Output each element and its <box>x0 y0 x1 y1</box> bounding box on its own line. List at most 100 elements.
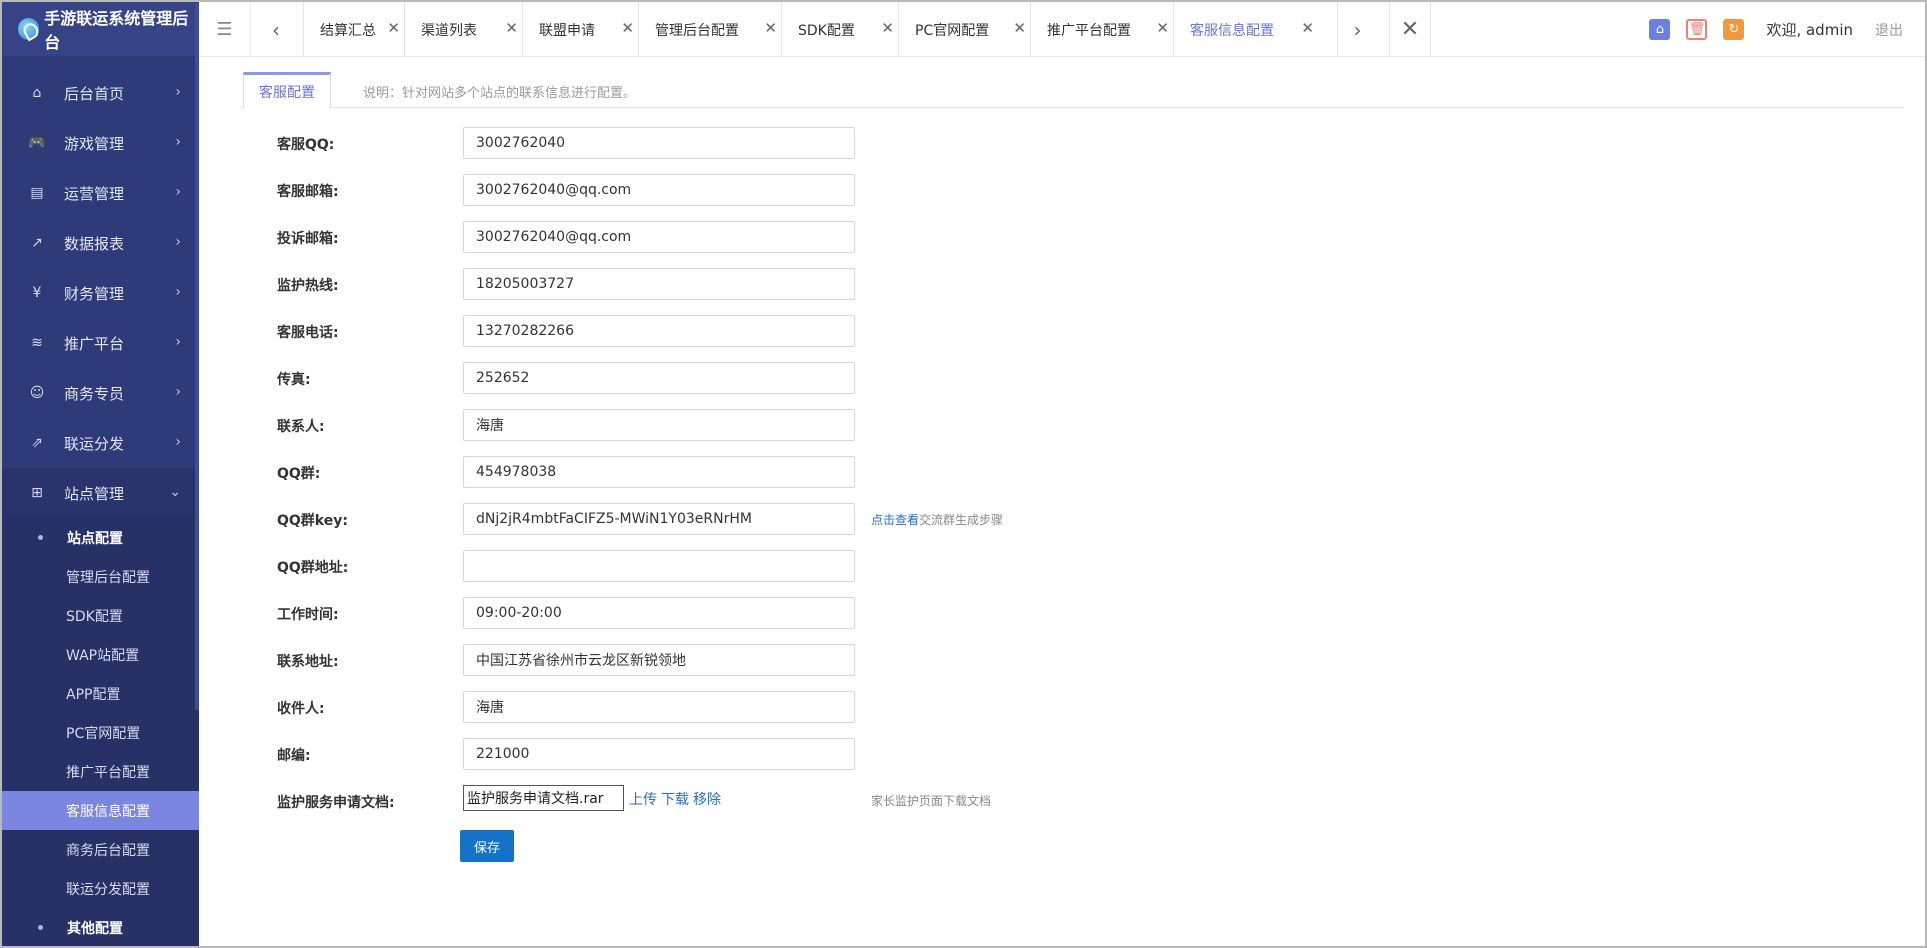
field-label: 收件人: <box>277 701 325 717</box>
submenu-item[interactable]: PC官网配置 <box>2 713 199 752</box>
tab-close-icon[interactable]: ✕ <box>881 19 894 37</box>
sidebar-item-label: 商务专员 <box>64 384 125 403</box>
top-bar: ☰ ‹ 结算汇总 ✕ 渠道列表 ✕ 联盟申请 ✕ 管理后台配置 ✕ SDK配置 ✕ PC官… <box>199 2 1925 57</box>
tab-close-icon[interactable]: ✕ <box>764 19 777 37</box>
tab-customer-service[interactable]: 客服配置 <box>243 72 331 109</box>
submenu-item[interactable]: 管理后台配置 <box>2 557 199 596</box>
field-input[interactable] <box>463 597 855 629</box>
field-label: 联系人: <box>277 419 325 435</box>
close-all-tabs-icon[interactable]: ✕ <box>1389 2 1431 57</box>
sidebar-item-business[interactable]: ☺ 商务专员 › <box>2 368 199 418</box>
app-logo[interactable]: 手游联运系统管理后台 <box>2 2 199 56</box>
tab-item[interactable]: PC官网配置 ✕ <box>898 2 1030 57</box>
site-submenu: 站点配置 管理后台配置 SDK配置 WAP站配置 APP配置 PC官网配置 推广平台配置 客服… <box>2 518 199 946</box>
tab-label: 结算汇总 <box>320 22 376 39</box>
document-file-field[interactable]: 监护服务申请文档.rar <box>463 785 624 811</box>
form-row: QQ群地址: <box>241 550 1441 582</box>
tab-item[interactable]: 渠道列表 ✕ <box>404 2 522 57</box>
tab-item[interactable]: 结算汇总 ✕ <box>303 2 404 57</box>
submenu-item[interactable]: 联运分发配置 <box>2 869 199 908</box>
sidebar-item-label: 联运分发 <box>64 434 125 453</box>
tabs-prev-icon[interactable]: ‹ <box>255 2 297 57</box>
submenu-item[interactable]: 客服信息配置 <box>2 791 199 830</box>
chart-box-icon: ▤ <box>30 185 44 201</box>
tab-close-icon[interactable]: ✕ <box>1156 19 1169 37</box>
submenu-item[interactable]: WAP站配置 <box>2 635 199 674</box>
tab-item[interactable]: 推广平台配置 ✕ <box>1030 2 1173 57</box>
form-row: 客服邮箱: <box>241 174 1441 206</box>
field-input[interactable] <box>463 644 855 676</box>
tab-close-icon[interactable]: ✕ <box>1013 19 1026 37</box>
form-row: 客服QQ: <box>241 127 1441 159</box>
field-input[interactable] <box>463 503 855 535</box>
tab-close-icon[interactable]: ✕ <box>505 19 518 37</box>
submenu-group-site-config[interactable]: 站点配置 <box>2 518 199 557</box>
sidebar-item-promotion[interactable]: ≋ 推广平台 › <box>2 318 199 368</box>
tabs-next-icon[interactable]: › <box>1337 2 1377 57</box>
sidebar-item-home[interactable]: ⌂ 后台首页 › <box>2 68 199 118</box>
field-input[interactable] <box>463 738 855 770</box>
submenu-item[interactable]: 推广平台配置 <box>2 752 199 791</box>
tab-label: 管理后台配置 <box>655 22 739 39</box>
field-input[interactable] <box>463 456 855 488</box>
remove-link[interactable]: 移除 <box>693 789 721 809</box>
refresh-icon[interactable]: ↻ <box>1723 19 1745 40</box>
tab-label: 推广平台配置 <box>1047 22 1131 39</box>
save-button[interactable]: 保存 <box>460 830 514 862</box>
line-chart-icon: ↗ <box>31 235 43 251</box>
share-icon: ⇗ <box>31 435 43 451</box>
view-steps-link[interactable]: 点击查看 <box>871 513 919 527</box>
menu-collapse-icon[interactable]: ☰ <box>199 2 251 57</box>
field-input[interactable] <box>463 268 855 300</box>
sidebar-item-reports[interactable]: ↗ 数据报表 › <box>2 218 199 268</box>
tab-label: 联盟申请 <box>539 22 595 39</box>
chevron-down-icon: ⌄ <box>169 484 181 500</box>
document-hint: 家长监护页面下载文档 <box>871 794 992 808</box>
clear-cache-icon[interactable]: 🗑 <box>1686 19 1708 40</box>
download-link[interactable]: 下载 <box>661 789 689 809</box>
field-input[interactable] <box>463 409 855 441</box>
field-input[interactable] <box>463 221 855 253</box>
logout-link[interactable]: 退出 <box>1875 20 1903 40</box>
tab-close-icon[interactable]: ✕ <box>621 19 634 37</box>
sidebar-scrollbar[interactable] <box>195 4 199 710</box>
field-input[interactable] <box>463 550 855 582</box>
submenu-item[interactable]: 商务后台配置 <box>2 830 199 869</box>
chevron-right-icon: › <box>175 284 181 300</box>
chevron-right-icon: › <box>175 134 181 150</box>
home-icon[interactable]: ⌂ <box>1649 19 1671 40</box>
yen-icon: ¥ <box>32 285 42 301</box>
tab-item[interactable]: 管理后台配置 ✕ <box>638 2 781 57</box>
form-row: 邮编: <box>241 738 1441 770</box>
sidebar-item-label: 站点管理 <box>64 484 125 503</box>
submenu-item[interactable]: APP配置 <box>2 674 199 713</box>
sidebar-item-finance[interactable]: ¥ 财务管理 › <box>2 268 199 318</box>
bullet-icon <box>38 925 43 930</box>
field-input[interactable] <box>463 315 855 347</box>
field-label: 投诉邮箱: <box>277 231 339 247</box>
tab-item[interactable]: 客服信息配置 ✕ <box>1173 2 1318 57</box>
sidebar-item-games[interactable]: 🎮 游戏管理 › <box>2 118 199 168</box>
logo-icon <box>18 18 40 40</box>
submenu-item[interactable]: SDK配置 <box>2 596 199 635</box>
sidebar-item-site[interactable]: ⊞ 站点管理 ⌄ <box>2 468 199 518</box>
field-label: 客服QQ: <box>277 137 335 153</box>
field-input[interactable] <box>463 127 855 159</box>
upload-link[interactable]: 上传 <box>629 789 657 809</box>
tab-item[interactable]: SDK配置 ✕ <box>781 2 898 57</box>
chevron-right-icon: › <box>175 184 181 200</box>
sidebar-item-distribution[interactable]: ⇗ 联运分发 › <box>2 418 199 468</box>
sidebar-item-label: 运营管理 <box>64 184 125 203</box>
tab-item[interactable]: 联盟申请 ✕ <box>522 2 638 57</box>
field-input[interactable] <box>463 362 855 394</box>
sidebar-item-operations[interactable]: ▤ 运营管理 › <box>2 168 199 218</box>
form-row: 收件人: <box>241 691 1441 723</box>
tab-close-icon[interactable]: ✕ <box>387 19 400 37</box>
field-label: 联系地址: <box>277 654 339 670</box>
open-tabs: 结算汇总 ✕ 渠道列表 ✕ 联盟申请 ✕ 管理后台配置 ✕ SDK配置 ✕ PC官网配置 … <box>303 2 1318 57</box>
field-input[interactable] <box>463 174 855 206</box>
field-label: 工作时间: <box>277 607 339 623</box>
tab-close-icon[interactable]: ✕ <box>1301 19 1314 37</box>
field-input[interactable] <box>463 691 855 723</box>
submenu-group-other-config[interactable]: 其他配置 <box>2 908 199 946</box>
